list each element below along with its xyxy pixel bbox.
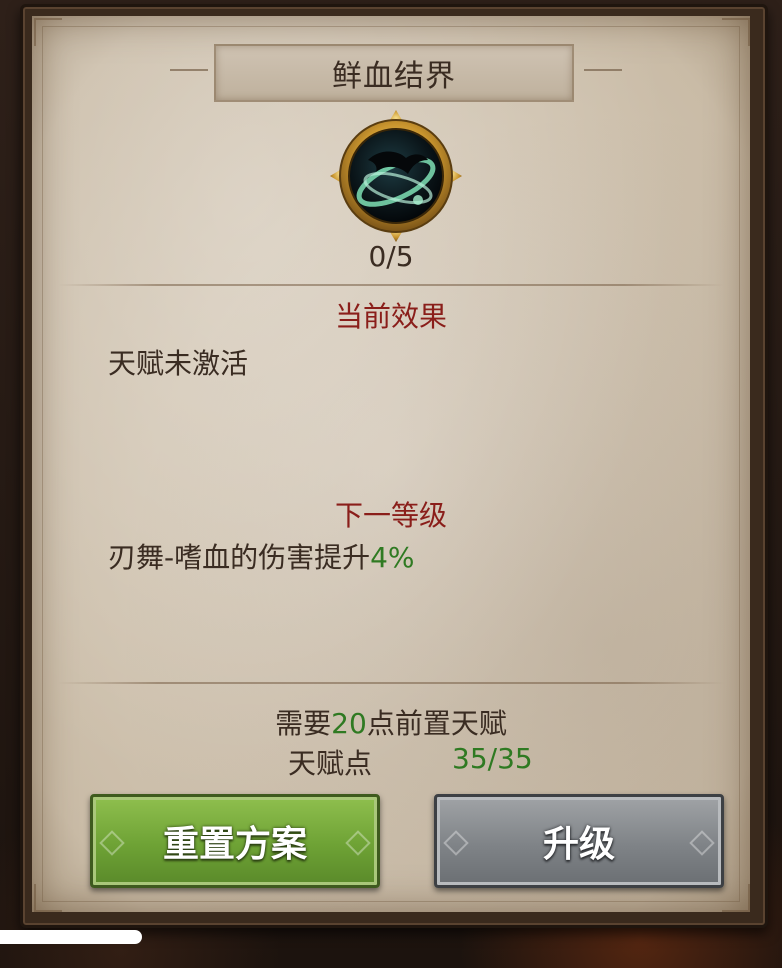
reset-plan-label: 重置方案 [162, 824, 307, 865]
corner-ornament-top-right [722, 18, 750, 46]
button-ornament-icon [689, 830, 715, 856]
blood-barrier-talent-icon [330, 110, 462, 242]
current-effect-heading: 当前效果 [334, 300, 447, 333]
talent-level: 0/5 [368, 240, 414, 273]
next-level-value: 4% [370, 541, 415, 574]
next-level-heading: 下一等级 [334, 499, 447, 532]
divider-top [58, 284, 724, 286]
home-indicator[interactable] [0, 930, 142, 944]
talent-points-row: 天赋点 35/35 [0, 742, 782, 780]
requirement-prefix: 需要 [275, 707, 332, 740]
talent-icon[interactable] [328, 108, 464, 244]
upgrade-button[interactable]: 升级 [434, 794, 724, 888]
button-ornament-icon [99, 830, 125, 856]
upgrade-label: 升级 [542, 824, 615, 865]
button-ornament-icon [345, 830, 371, 856]
title-ornament-left [170, 69, 208, 71]
next-level-description: 刃舞-嗜血的伤害提升 [108, 541, 371, 574]
current-effect-text: 天赋未激活 [108, 347, 249, 380]
talent-title: 鲜血结界 [332, 59, 456, 94]
button-ornament-icon [443, 830, 469, 856]
corner-ornament-bottom-right [722, 884, 750, 912]
requirement-suffix: 点前置天赋 [366, 707, 507, 740]
title-plate: 鲜血结界 [214, 44, 574, 102]
corner-ornament-bottom-left [34, 884, 62, 912]
requirement-count: 20 [331, 707, 367, 740]
reset-plan-button[interactable]: 重置方案 [90, 794, 380, 888]
corner-ornament-top-left [34, 18, 62, 46]
next-level-text: 刃舞-嗜血的伤害提升4% [108, 536, 415, 576]
title-ornament-right [584, 69, 622, 71]
requirement-line: 需要20点前置天赋 [0, 702, 782, 742]
talent-points-label: 天赋点 [288, 747, 373, 780]
divider-bottom [58, 682, 724, 684]
talent-points-value: 35/35 [452, 742, 533, 775]
